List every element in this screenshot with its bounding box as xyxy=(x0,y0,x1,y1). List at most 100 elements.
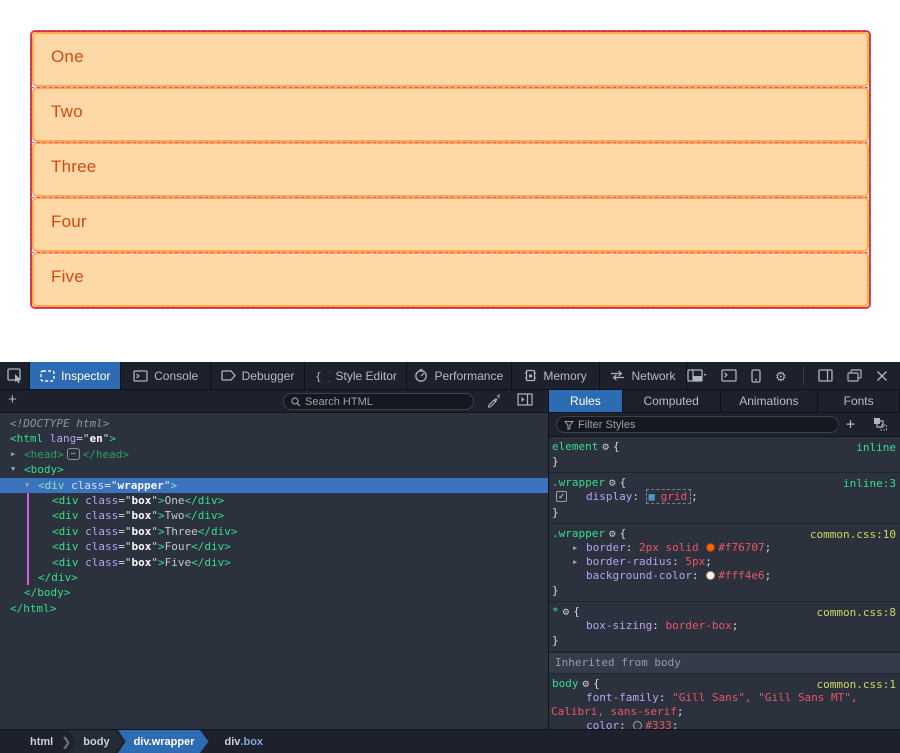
css-declaration[interactable]: ✓display: ▦ grid; xyxy=(549,490,900,505)
split-console-icon[interactable] xyxy=(721,369,737,382)
tab-style-editor[interactable]: { }Style Editor xyxy=(305,362,407,389)
toggle-classes-icon[interactable] xyxy=(873,417,888,431)
style-editor-icon: { } xyxy=(314,370,330,382)
rule-source-link[interactable]: common.css:1 xyxy=(817,678,896,692)
css-declaration[interactable]: background-color: #fff4e6; xyxy=(549,569,900,583)
markup-line[interactable]: <div class="box">Two</div> xyxy=(0,508,548,523)
property-value[interactable]: 2px solid xyxy=(639,541,705,554)
search-html-box[interactable] xyxy=(283,393,474,410)
collapse-arrow-icon[interactable]: ▼ xyxy=(11,462,15,477)
rule-source-link[interactable]: inline:3 xyxy=(843,477,896,491)
breadcrumb-item-div-box[interactable]: div.box xyxy=(209,730,278,753)
markup-line[interactable]: <div class="box">Five</div> xyxy=(0,555,548,570)
markup-token: <div xyxy=(52,525,79,538)
markup-line[interactable]: </html> xyxy=(0,601,548,616)
markup-line[interactable]: </div> xyxy=(0,570,548,585)
dock-menu-icon[interactable] xyxy=(687,369,707,382)
sidebar-tab-rules[interactable]: Rules xyxy=(549,390,623,412)
css-declaration[interactable]: font-family: "Gill Sans", "Gill Sans MT"… xyxy=(549,691,900,719)
markup-line[interactable]: <!DOCTYPE html> xyxy=(0,416,548,431)
three-pane-toggle-icon[interactable] xyxy=(517,393,533,406)
css-declaration[interactable]: box-sizing: border-box; xyxy=(549,619,900,633)
pick-element-button[interactable] xyxy=(0,362,30,389)
rule-source-link[interactable]: inline xyxy=(856,441,896,455)
property-name[interactable]: color xyxy=(586,719,619,729)
rule-selector[interactable]: body xyxy=(552,677,579,690)
inspector-icon xyxy=(40,370,55,382)
breadcrumb-item-div-wrapper[interactable]: div.wrapper xyxy=(118,730,209,753)
grid-value-highlight[interactable]: ▦ grid xyxy=(646,489,692,504)
sidebar-toggle-icon[interactable] xyxy=(818,369,833,382)
markup-line[interactable]: <div class="box">Three</div> xyxy=(0,524,548,539)
property-name[interactable]: font-family xyxy=(586,691,659,704)
selector-highlighter-icon[interactable]: ⚙ xyxy=(609,476,616,489)
collapsed-content-badge[interactable]: ⋯ xyxy=(67,448,80,460)
tab-inspector[interactable]: Inspector xyxy=(30,362,121,389)
tab-debugger[interactable]: Debugger xyxy=(211,362,305,389)
css-declaration[interactable]: ▶border: 2px solid #f76707; xyxy=(549,541,900,555)
settings-icon[interactable]: ⚙ xyxy=(775,369,789,383)
breadcrumb-class: .box xyxy=(240,736,263,748)
expand-arrow-icon[interactable]: ▶ xyxy=(11,447,15,462)
rule-source-link[interactable]: common.css:8 xyxy=(817,606,896,620)
property-value[interactable]: 5px xyxy=(685,555,705,568)
tab-console[interactable]: Console xyxy=(121,362,211,389)
collapse-arrow-icon[interactable]: ▼ xyxy=(25,478,29,493)
eyedropper-icon[interactable] xyxy=(486,393,501,408)
rule-selector[interactable]: .wrapper xyxy=(552,476,605,489)
color-value[interactable]: #fff4e6 xyxy=(718,569,764,582)
property-name[interactable]: background-color xyxy=(586,569,692,582)
markup-token: > xyxy=(109,432,116,445)
expand-shorthand-icon[interactable]: ▶ xyxy=(573,541,577,555)
search-html-input[interactable] xyxy=(305,396,466,408)
property-name[interactable]: border xyxy=(586,541,626,554)
property-name[interactable]: border-radius xyxy=(586,555,672,568)
rule-selector[interactable]: * xyxy=(552,605,559,618)
tab-performance[interactable]: Performance xyxy=(407,362,513,389)
tab-network[interactable]: Network xyxy=(600,362,687,389)
expand-shorthand-icon[interactable]: ▶ xyxy=(573,555,577,569)
filter-styles-box[interactable] xyxy=(556,416,839,433)
markup-line[interactable]: <html lang="en"> xyxy=(0,431,548,446)
filter-styles-input[interactable] xyxy=(578,419,831,431)
close-icon[interactable] xyxy=(876,370,888,382)
selector-highlighter-icon[interactable]: ⚙ xyxy=(563,605,570,618)
property-name[interactable]: display xyxy=(586,490,632,503)
color-swatch[interactable] xyxy=(633,721,642,729)
tab-memory[interactable]: Memory xyxy=(512,362,600,389)
responsive-design-icon[interactable] xyxy=(751,369,761,383)
color-value[interactable]: #f76707 xyxy=(718,541,764,554)
rule-selector[interactable]: .wrapper xyxy=(552,527,605,540)
add-rule-button[interactable]: + xyxy=(846,415,855,433)
color-swatch[interactable] xyxy=(706,543,715,552)
markup-line[interactable]: <div class="box">One</div> xyxy=(0,493,548,508)
markup-token: lang xyxy=(43,432,76,445)
breadcrumb-item-html[interactable]: html xyxy=(0,730,59,753)
rule-selector[interactable]: element xyxy=(552,440,598,453)
css-declaration[interactable]: color: #333; xyxy=(549,719,900,729)
rule-source-link[interactable]: common.css:10 xyxy=(810,528,896,542)
declaration-checkbox[interactable]: ✓ xyxy=(556,491,567,502)
grid-toggle-icon[interactable]: ▦ xyxy=(649,492,661,503)
color-value[interactable]: #333 xyxy=(645,719,672,729)
selector-highlighter-icon[interactable]: ⚙ xyxy=(609,527,616,540)
sidebar-tab-computed[interactable]: Computed xyxy=(623,390,721,412)
property-name[interactable]: box-sizing xyxy=(586,619,652,632)
markup-line[interactable]: </body> xyxy=(0,585,548,600)
markup-line[interactable]: ▼<body> xyxy=(0,462,548,477)
property-value[interactable]: border-box xyxy=(665,619,731,632)
markup-line[interactable]: <div class="box">Four</div> xyxy=(0,539,548,554)
selector-highlighter-icon[interactable]: ⚙ xyxy=(583,677,590,690)
add-node-button[interactable]: + xyxy=(8,391,17,408)
selector-highlighter-icon[interactable]: ⚙ xyxy=(602,440,609,453)
color-swatch[interactable] xyxy=(706,571,715,580)
css-declaration[interactable]: ▶border-radius: 5px; xyxy=(549,555,900,569)
markup-line[interactable]: ▶<head>⋯</head> xyxy=(0,447,548,462)
markup-token: " xyxy=(151,556,158,569)
breadcrumb-item-body[interactable]: body xyxy=(67,730,123,753)
markup-line-selected[interactable]: ▼<div class="wrapper"> xyxy=(0,478,548,493)
sidebar-tab-fonts[interactable]: Fonts xyxy=(818,390,900,412)
frames-picker-icon[interactable] xyxy=(847,369,862,382)
sidebar-tab-animations[interactable]: Animations xyxy=(721,390,819,412)
debugger-icon xyxy=(221,370,236,381)
